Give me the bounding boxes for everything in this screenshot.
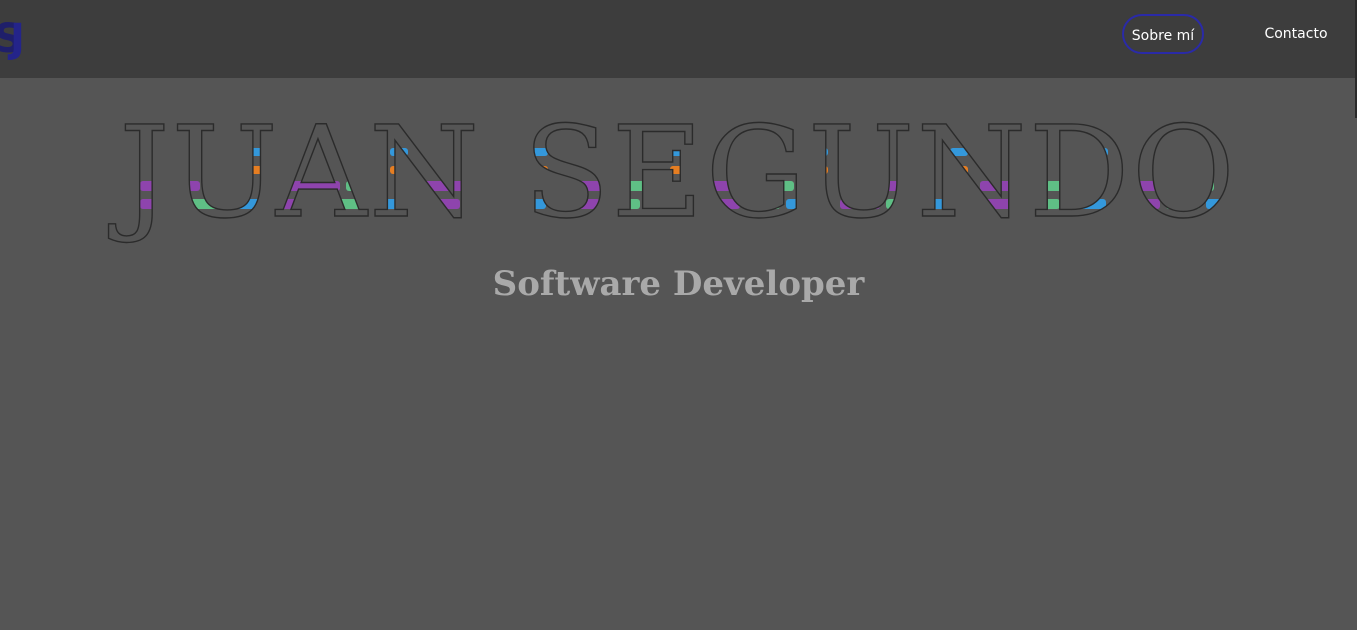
- sj-logo-icon: S J: [0, 16, 25, 62]
- logo[interactable]: S J: [0, 12, 36, 62]
- hero-title: JUAN SEGUNDO: [0, 88, 1357, 258]
- navbar: S J Sobre mí Contacto: [0, 0, 1357, 78]
- nav-link-contacto[interactable]: Contacto: [1254, 14, 1338, 54]
- nav-link-sobre-mi[interactable]: Sobre mí: [1122, 14, 1204, 54]
- hero-title-text: JUAN SEGUNDO: [108, 99, 1237, 246]
- hero-title-svg: JUAN SEGUNDO: [107, 98, 1237, 246]
- hero-subtitle: Software Developer: [492, 264, 865, 304]
- logo-letter-j: J: [7, 16, 25, 62]
